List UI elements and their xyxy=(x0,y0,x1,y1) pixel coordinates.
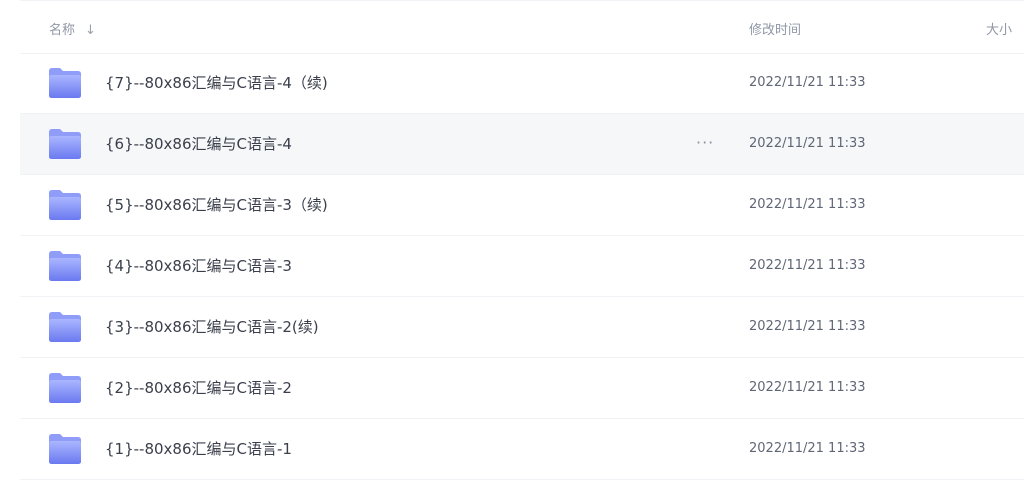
table-row[interactable]: {5}--80x86汇编与C语言-3（续) 2022/11/21 11:33 xyxy=(20,175,1024,236)
table-row[interactable]: {6}--80x86汇编与C语言-4 ··· 2022/11/21 11:33 xyxy=(20,114,1024,175)
folder-icon xyxy=(49,129,81,159)
table-row[interactable]: {3}--80x86汇编与C语言-2(续) 2022/11/21 11:33 xyxy=(20,297,1024,358)
row-name[interactable]: {7}--80x86汇编与C语言-4（续) xyxy=(105,73,328,93)
row-time: 2022/11/21 11:33 xyxy=(749,380,866,395)
arrow-down-icon[interactable]: ↓ xyxy=(85,22,96,40)
column-size-header[interactable]: 大小 xyxy=(986,22,1012,40)
table-row[interactable]: {7}--80x86汇编与C语言-4（续) 2022/11/21 11:33 xyxy=(20,53,1024,114)
row-name[interactable]: {4}--80x86汇编与C语言-3 xyxy=(105,256,292,276)
row-time: 2022/11/21 11:33 xyxy=(749,197,866,212)
row-name[interactable]: {2}--80x86汇编与C语言-2 xyxy=(105,378,292,398)
row-time: 2022/11/21 11:33 xyxy=(749,319,866,334)
row-time: 2022/11/21 11:33 xyxy=(749,75,866,90)
file-list: 名称 ↓ 修改时间 大小 {7}--80x86汇编与C语言-4（续) 2022/… xyxy=(0,0,1024,498)
column-name-label: 名称 xyxy=(49,23,76,38)
column-name-header[interactable]: 名称 ↓ xyxy=(49,22,96,40)
table-row[interactable]: {1}--80x86汇编与C语言-1 2022/11/21 11:33 xyxy=(20,419,1024,480)
row-name[interactable]: {6}--80x86汇编与C语言-4 xyxy=(105,134,292,154)
more-icon[interactable]: ··· xyxy=(696,134,714,152)
folder-icon xyxy=(49,373,81,403)
row-time: 2022/11/21 11:33 xyxy=(749,441,866,456)
row-name[interactable]: {1}--80x86汇编与C语言-1 xyxy=(105,439,292,459)
row-name[interactable]: {5}--80x86汇编与C语言-3（续) xyxy=(105,195,328,215)
row-name[interactable]: {3}--80x86汇编与C语言-2(续) xyxy=(105,317,319,337)
table-row[interactable]: {4}--80x86汇编与C语言-3 2022/11/21 11:33 xyxy=(20,236,1024,297)
row-time: 2022/11/21 11:33 xyxy=(749,136,866,151)
folder-icon xyxy=(49,190,81,220)
folder-icon xyxy=(49,251,81,281)
folder-icon xyxy=(49,68,81,98)
folder-icon xyxy=(49,434,81,464)
folder-icon xyxy=(49,312,81,342)
list-header: 名称 ↓ 修改时间 大小 xyxy=(20,0,1024,54)
column-time-header[interactable]: 修改时间 xyxy=(749,22,801,40)
row-time: 2022/11/21 11:33 xyxy=(749,258,866,273)
table-row[interactable]: {2}--80x86汇编与C语言-2 2022/11/21 11:33 xyxy=(20,358,1024,419)
